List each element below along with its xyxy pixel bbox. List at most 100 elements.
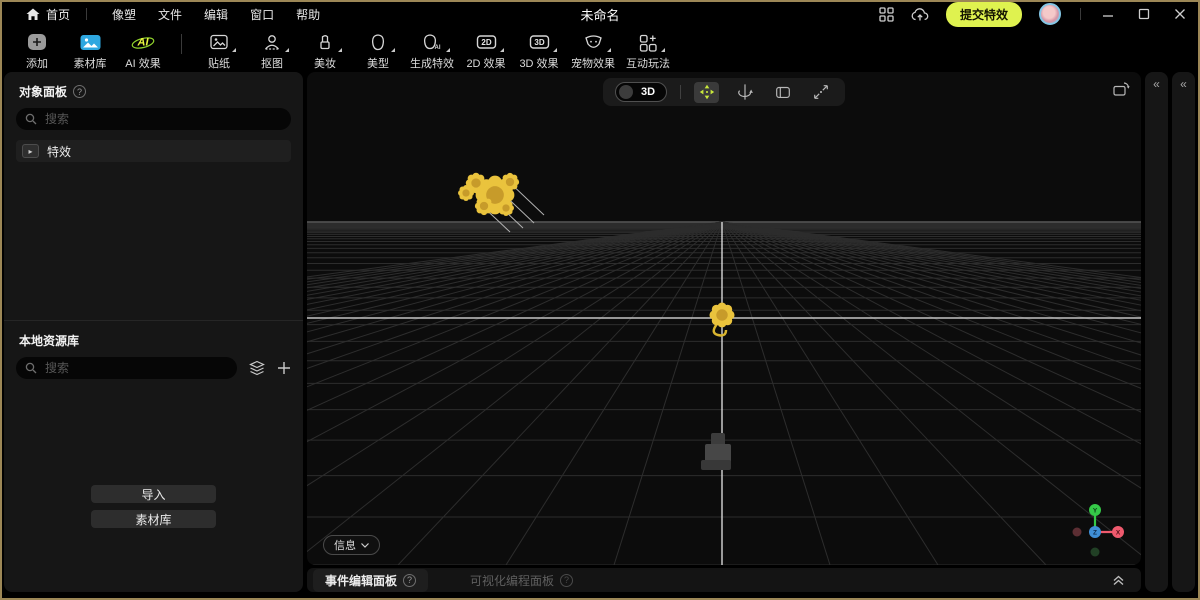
library-search-input[interactable] <box>43 360 228 376</box>
submit-effect-button[interactable]: 提交特效 <box>946 2 1022 27</box>
toolbar-item-face-shape[interactable]: 美型 <box>357 32 399 71</box>
expand-chevron-icon[interactable]: ▸ <box>22 144 39 158</box>
dropdown-corner-icon <box>500 48 504 52</box>
search-icon <box>25 113 37 125</box>
flower-cluster-object[interactable] <box>458 173 519 216</box>
dropdown-corner-icon <box>607 48 611 52</box>
library-search <box>16 357 237 379</box>
toolbar-item-add[interactable]: 添加 <box>16 32 58 71</box>
toolbar-item-generate-effect[interactable]: AI 生成特效 <box>410 32 454 71</box>
left-panel: 对象面板 ? ▸ 特效 本地资源库 导入 素材库 <box>4 72 303 592</box>
titlebar-right: 提交特效 <box>879 2 1200 27</box>
object-panel-header: 对象面板 ? <box>4 72 303 108</box>
toolbar-item-label: 宠物效果 <box>571 55 615 71</box>
toolbar-divider <box>181 34 182 54</box>
add-resource-icon[interactable] <box>277 361 291 375</box>
dropdown-corner-icon <box>338 48 342 52</box>
avatar[interactable] <box>1039 3 1061 25</box>
local-library-header: 本地资源库 <box>4 321 303 357</box>
toolbar-item-label: 素材库 <box>74 55 107 71</box>
collapsed-panel-inspector[interactable]: « <box>1145 72 1168 592</box>
menu-file[interactable]: 文件 <box>147 6 193 23</box>
maximize-button[interactable] <box>1138 8 1150 20</box>
dropdown-corner-icon <box>232 48 236 52</box>
sticker-icon <box>209 33 229 51</box>
dropdown-corner-icon <box>446 48 450 52</box>
controls-divider <box>1080 8 1081 20</box>
help-icon[interactable]: ? <box>73 85 86 98</box>
home-button[interactable]: 首页 <box>26 6 70 23</box>
viewport-toolbar: 3D <box>603 78 845 106</box>
svg-text:AI: AI <box>137 37 150 49</box>
help-icon[interactable]: ? <box>560 574 573 587</box>
camera-object[interactable] <box>701 433 731 470</box>
object-search-input[interactable] <box>43 111 282 127</box>
search-icon <box>25 362 37 374</box>
toolbar-item-2d-effect[interactable]: 2D 2D 效果 <box>465 32 507 71</box>
center-flower-object[interactable] <box>709 302 734 327</box>
2d-badge-icon: 2D <box>476 33 497 51</box>
tab-event-editor[interactable]: 事件编辑面板 ? <box>313 569 428 592</box>
move-tool-icon <box>698 83 716 101</box>
toolbar-item-label: 美型 <box>367 55 389 71</box>
material-library-button[interactable]: 素材库 <box>91 510 216 528</box>
tab-label: 可视化编程面板 <box>470 572 554 589</box>
minimize-button[interactable] <box>1102 8 1114 20</box>
toolbar-item-label: 互动玩法 <box>626 55 670 71</box>
toolbar-item-pet-effect[interactable]: 宠物效果 <box>571 32 615 71</box>
cloud-upload-icon[interactable] <box>911 7 929 22</box>
object-search <box>16 108 291 130</box>
titlebar: 首页 像塑 文件 编辑 窗口 帮助 未命名 提交特效 <box>0 0 1200 28</box>
effects-toolbar: 添加 素材库 AI AI 效果 贴纸 抠图 美妆 美型 AI 生成特效 2D 2… <box>0 28 1200 70</box>
viewport-3d[interactable]: 3D 信息 Y X Z <box>307 72 1141 565</box>
toolbar-item-label: 抠图 <box>261 55 283 71</box>
expand-panel-chevron-icon[interactable] <box>1112 575 1125 586</box>
rotate-tool-icon <box>736 83 754 101</box>
menu-xiangsu[interactable]: 像塑 <box>101 6 147 23</box>
dropdown-corner-icon <box>553 48 557 52</box>
toolbar-item-library[interactable]: 素材库 <box>69 32 111 71</box>
pet-face-icon <box>583 33 604 51</box>
rotate-tool-button[interactable] <box>732 82 757 103</box>
layers-icon[interactable] <box>248 360 266 376</box>
close-button[interactable] <box>1174 8 1186 20</box>
import-button[interactable]: 导入 <box>91 485 216 503</box>
titlebar-divider <box>86 8 87 20</box>
lipstick-icon <box>315 33 335 51</box>
menu-help[interactable]: 帮助 <box>285 6 331 23</box>
toolbar-item-label: 3D 效果 <box>519 55 558 71</box>
toolbar-item-ai-effect[interactable]: AI AI 效果 <box>122 32 164 71</box>
help-icon[interactable]: ? <box>403 574 416 587</box>
toolbar-item-3d-effect[interactable]: 3D 3D 效果 <box>518 32 560 71</box>
toolbar-item-label: 2D 效果 <box>466 55 505 71</box>
expand-tool-button[interactable] <box>808 82 833 103</box>
toggle-knob <box>619 85 633 99</box>
svg-text:3D: 3D <box>534 38 544 47</box>
object-tree-row-effect[interactable]: ▸ 特效 <box>16 140 291 162</box>
info-label: 信息 <box>334 537 356 553</box>
expand-left-icon: « <box>1180 77 1187 91</box>
toolbar-item-sticker[interactable]: 贴纸 <box>198 32 240 71</box>
apps-grid-icon[interactable] <box>879 7 894 22</box>
menu-edit[interactable]: 编辑 <box>193 6 239 23</box>
svg-text:2D: 2D <box>481 38 491 47</box>
toolbar-item-cutout[interactable]: 抠图 <box>251 32 293 71</box>
collapsed-panel-properties[interactable]: « <box>1172 72 1195 592</box>
generate-effect-icon: AI <box>421 33 443 51</box>
toolbar-item-interactive[interactable]: 互动玩法 <box>626 32 670 71</box>
axis-gizmo[interactable]: Y X Z <box>1069 501 1131 559</box>
menu-window[interactable]: 窗口 <box>239 6 285 23</box>
library-icon <box>80 34 101 51</box>
interactive-blocks-icon <box>638 33 658 52</box>
move-tool-button[interactable] <box>694 82 719 103</box>
ai-icon: AI <box>130 32 156 52</box>
info-dropdown[interactable]: 信息 <box>323 535 380 555</box>
mode-toggle-3d[interactable]: 3D <box>615 82 667 102</box>
toolbar-item-makeup[interactable]: 美妆 <box>304 32 346 71</box>
dropdown-corner-icon <box>285 48 289 52</box>
rotate-screen-icon[interactable] <box>1112 81 1130 102</box>
tab-visual-programming[interactable]: 可视化编程面板 ? <box>458 569 585 592</box>
tab-label: 事件编辑面板 <box>325 572 397 589</box>
frame-tool-button[interactable] <box>770 82 795 103</box>
local-library-title: 本地资源库 <box>19 332 79 349</box>
